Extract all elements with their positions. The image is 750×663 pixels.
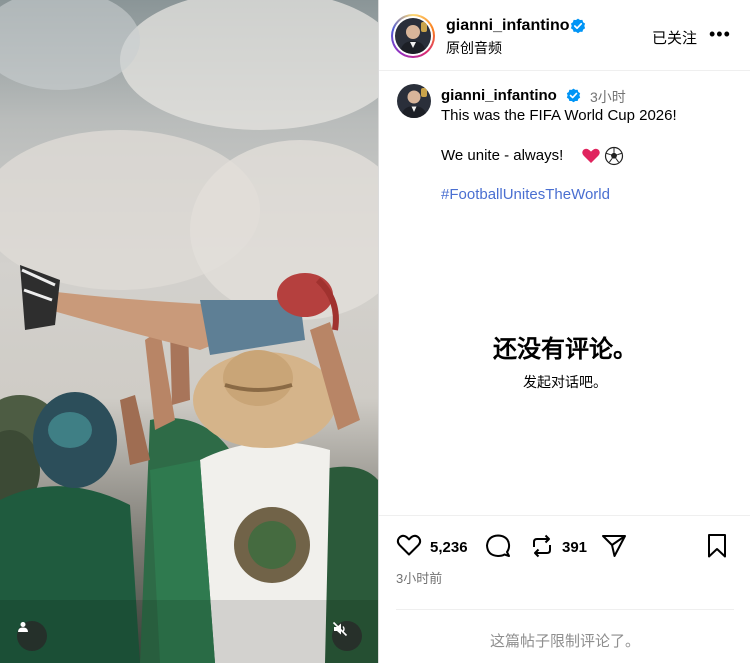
header-username[interactable]: gianni_infantino (446, 17, 570, 35)
post-video[interactable] (0, 0, 378, 663)
comments-limited-notice: 这篇帖子限制评论了。 (489, 633, 640, 650)
post-header: gianni_infantino 原创音频 已关注 ••• (379, 0, 750, 71)
avatar (395, 18, 431, 54)
no-comments-subtitle: 发起对话吧。 (523, 374, 607, 390)
post-actions-bar: 5,236 391 3小时前 这篇帖子限制评论了。 (379, 515, 750, 663)
divider (396, 609, 734, 610)
repost-arrows-icon[interactable] (529, 533, 555, 559)
following-button[interactable]: 已关注 (652, 27, 697, 48)
post-date[interactable]: 3小时前 (396, 568, 442, 587)
original-audio-link[interactable]: 原创音频 (446, 38, 502, 58)
more-options-button[interactable]: ••• (709, 25, 731, 43)
video-frame-illustration (0, 0, 378, 663)
no-comments-title: 还没有评论。 (493, 336, 637, 363)
speaker-muted-icon (332, 621, 348, 637)
user-tag-button[interactable] (17, 621, 47, 651)
caption-avatar[interactable] (397, 84, 431, 118)
hashtag-link[interactable]: #FootballUnitesTheWorld (441, 186, 610, 203)
emoji-group (582, 146, 624, 166)
caption-timestamp[interactable]: 3小时 (590, 87, 626, 107)
mute-button[interactable] (332, 621, 362, 651)
story-ring-avatar[interactable] (391, 14, 435, 58)
like-count[interactable]: 5,236 (430, 539, 468, 556)
repost-count[interactable]: 391 (562, 539, 587, 556)
paper-plane-icon[interactable] (601, 533, 627, 559)
caption-text-line: We unite - always! (441, 147, 564, 164)
caption-username[interactable]: gianni_infantino (441, 87, 557, 104)
verified-badge-icon (566, 88, 581, 103)
soccer-ball-icon (604, 146, 624, 166)
red-heart-icon (582, 148, 600, 163)
verified-badge-icon (570, 18, 586, 34)
post-details-panel: gianni_infantino 原创音频 已关注 ••• gianni_inf… (378, 0, 750, 663)
heart-outline-icon[interactable] (396, 533, 422, 557)
caption-text-line: This was the FIFA World Cup 2026! (441, 107, 677, 124)
speech-bubble-icon[interactable] (485, 533, 511, 559)
user-icon (18, 622, 28, 632)
bookmark-icon[interactable] (706, 533, 728, 559)
